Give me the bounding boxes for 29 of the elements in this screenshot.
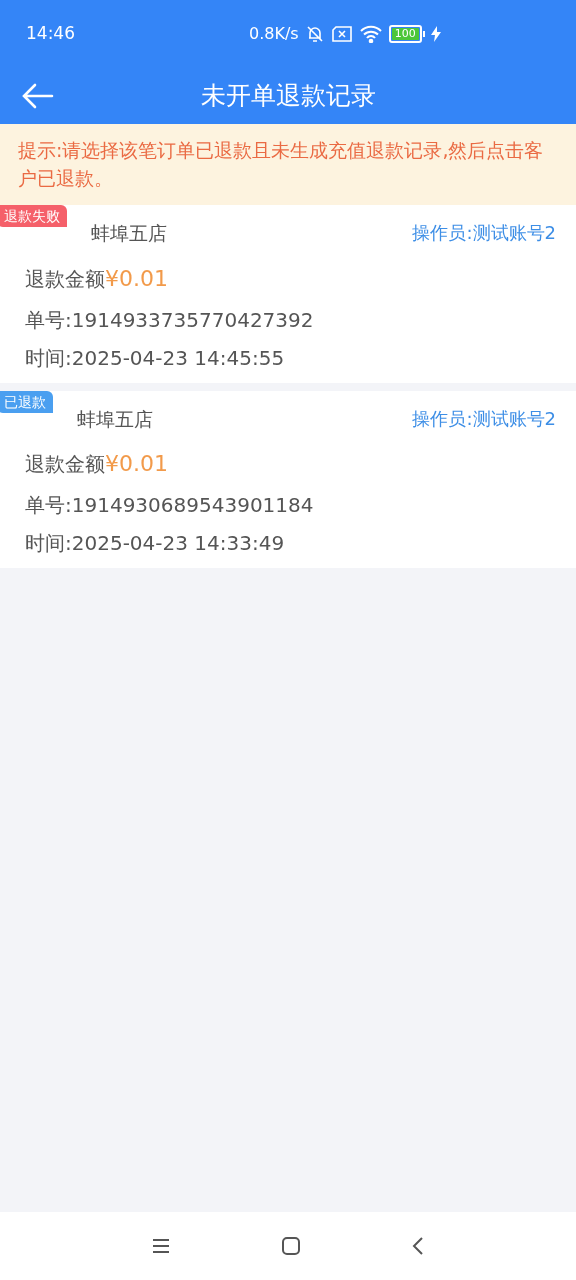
amount-label: 退款金额 [25,265,105,293]
order-number: 单号:1914933735770427392 [24,306,315,334]
back-arrow-icon[interactable] [22,83,54,109]
home-icon[interactable] [281,1236,301,1256]
status-time: 14:46 [26,22,75,46]
record-card[interactable]: 退款失败 蚌埠五店 操作员:测试账号2 退款金额¥0.01 单号:1914933735770427392 时间:2025-04-23 14:45:55 [0,205,576,383]
record-time: 时间:2025-04-23 14:45:55 [24,344,286,372]
store-name: 蚌埠五店 [91,221,167,246]
amount-value: ¥0.01 [105,264,168,293]
menu-icon[interactable] [151,1238,171,1254]
status-badge: 已退款 [0,390,53,413]
amount-value: ¥0.01 [105,450,168,478]
order-number: 单号:1914930689543901184 [24,492,315,519]
operator-label: 操作员:测试账号2 [412,221,556,245]
battery-icon: 100 [388,25,425,43]
amount-label: 退款金额 [25,451,105,478]
operator-label: 操作员:测试账号2 [412,406,556,431]
page-title: 未开单退款记录 [200,80,376,113]
store-name: 蚌埠五店 [77,406,153,432]
sim-icon [330,25,353,43]
wifi-icon [358,25,383,43]
record-time: 时间:2025-04-23 14:33:49 [24,530,286,557]
notice-banner: 提示:请选择该笔订单已退款且未生成充值退款记录,然后点击客户已退款。 [0,124,576,205]
back-icon[interactable] [411,1236,425,1256]
status-badge: 退款失败 [0,205,67,227]
charging-icon [430,26,441,42]
record-card[interactable]: 已退款 蚌埠五店 操作员:测试账号2 退款金额¥0.01 单号:1914930689543901184 时间:2025-04-23 14:33:49 [0,390,576,568]
bell-muted-icon [304,24,325,44]
network-speed: 0.8K/s [249,23,299,45]
